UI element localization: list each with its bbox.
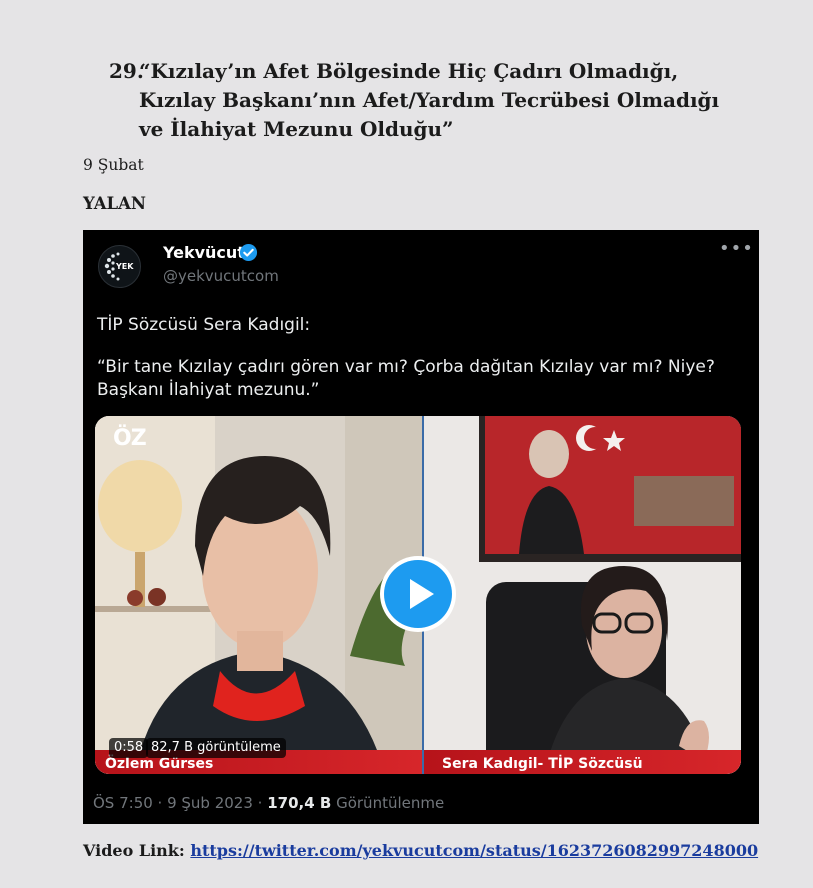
verified-badge-icon — [239, 243, 258, 262]
play-icon — [384, 560, 452, 628]
tweet-line-2: “Bir tane Kızılay çadırı gören var mı? Ç… — [97, 357, 715, 400]
video-player[interactable]: ÖZ Özlem Gürses Sera Kadıgil- TİP Sözcüs… — [95, 416, 741, 774]
right-caption-bar: Sera Kadıgil- TİP Sözcüsü — [424, 750, 741, 774]
tweet-line-1: TİP Sözcüsü Sera Kadıgil: — [97, 315, 311, 335]
account-name[interactable]: Yekvücut — [163, 243, 245, 262]
article-heading: 29. “Kızılay’ın Afet Bölgesinde Hiç Çadı… — [109, 57, 749, 144]
publish-date: 9 Şubat — [83, 156, 144, 174]
video-duration: 0:58 — [109, 738, 149, 758]
avatar-logo-icon: YEK — [104, 252, 134, 281]
video-left-pane: ÖZ Özlem Gürses — [95, 416, 422, 774]
tweet-body: TİP Sözcüsü Sera Kadıgil: “Bir tane Kızı… — [97, 314, 745, 421]
right-caption: Sera Kadıgil- TİP Sözcüsü — [442, 756, 643, 772]
guest-illustration — [424, 416, 741, 774]
tweet-meta: ÖS 7:50 · 9 Şub 2023 · 170,4 B Görüntüle… — [93, 794, 444, 812]
tweet-view-count: 170,4 B — [267, 794, 332, 812]
heading-number: 29. — [109, 59, 144, 83]
video-link-line: Video Link: https://twitter.com/yekvucut… — [83, 841, 758, 860]
video-views: 82,7 B görüntüleme — [146, 738, 286, 758]
show-logo: ÖZ — [113, 426, 147, 451]
account-avatar[interactable]: YEK — [98, 245, 141, 288]
video-right-pane: Sera Kadıgil- TİP Sözcüsü — [424, 416, 741, 774]
heading-title: “Kızılay’ın Afet Bölgesinde Hiç Çadırı O… — [139, 59, 720, 141]
embedded-tweet[interactable]: YEK Yekvücut @yekvucutcom ••• TİP Sözcüs… — [83, 230, 759, 824]
more-options-icon[interactable]: ••• — [719, 238, 754, 259]
presenter-illustration — [95, 416, 422, 774]
tweet-view-label: Görüntülenme — [336, 794, 445, 812]
video-link-label: Video Link: — [83, 841, 185, 860]
tweet-timestamp[interactable]: ÖS 7:50 · 9 Şub 2023 · — [93, 794, 267, 812]
svg-text:YEK: YEK — [115, 262, 134, 271]
play-button[interactable] — [380, 556, 456, 632]
account-handle[interactable]: @yekvucutcom — [163, 267, 279, 285]
left-caption: Özlem Gürses — [105, 756, 214, 772]
verdict-label: YALAN — [83, 194, 147, 213]
video-link[interactable]: https://twitter.com/yekvucutcom/status/1… — [190, 841, 758, 860]
